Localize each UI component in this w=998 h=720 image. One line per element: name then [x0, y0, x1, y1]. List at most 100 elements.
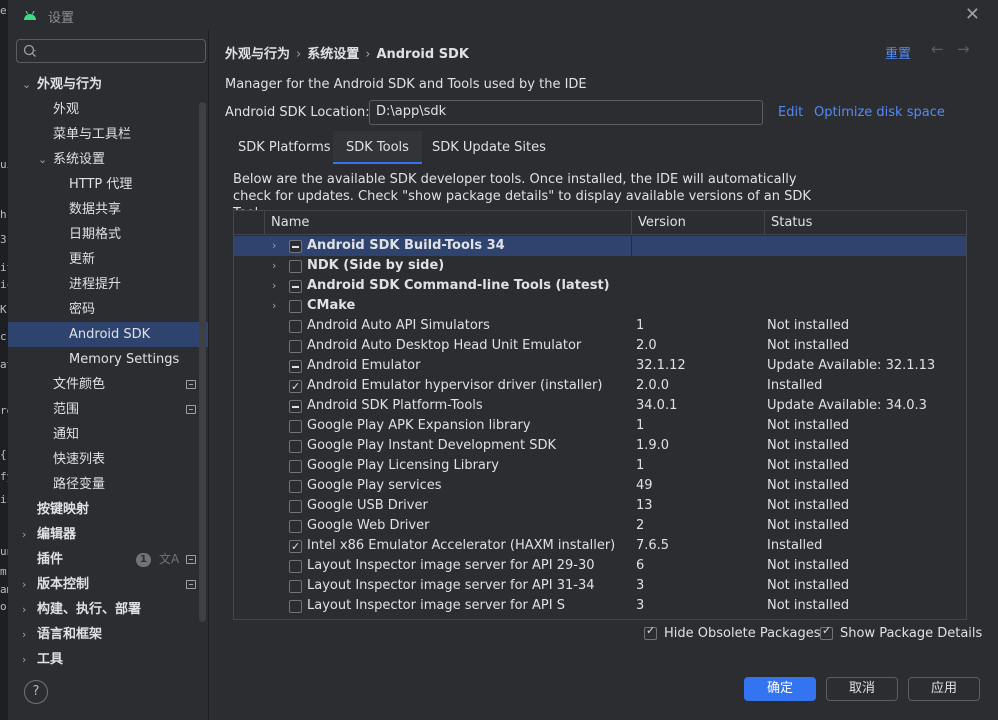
expand-chevron-icon[interactable]: › [272, 276, 276, 296]
row-checkbox[interactable] [289, 300, 302, 313]
row-checkbox[interactable] [289, 500, 302, 513]
sidebar-item[interactable]: 插件 1 文A [8, 547, 208, 572]
sidebar-item[interactable]: › 语言和框架 [8, 622, 208, 647]
row-checkbox[interactable] [289, 377, 302, 397]
edit-link[interactable]: Edit [778, 105, 803, 120]
row-checkbox[interactable] [289, 600, 302, 613]
table-row[interactable]: › NDK (Side by side) [234, 256, 966, 276]
sidebar-item[interactable]: › 构建、执行、部署 [8, 597, 208, 622]
chevron-down-icon[interactable]: ⌄ [38, 147, 47, 172]
close-icon[interactable]: ✕ [965, 4, 980, 25]
hide-obsolete-checkbox[interactable]: Hide Obsolete Packages [644, 624, 820, 641]
back-arrow-icon[interactable]: ← [931, 40, 944, 58]
row-checkbox[interactable] [289, 260, 302, 273]
row-checkbox[interactable] [289, 440, 302, 453]
sidebar-item[interactable]: 数据共享 [8, 197, 208, 222]
row-checkbox[interactable] [289, 280, 302, 293]
sidebar-item[interactable]: ⌄ 系统设置 [8, 147, 208, 172]
sidebar-item[interactable]: › 版本控制 [8, 572, 208, 597]
sidebar-item[interactable]: ⌄ 外观与行为 [8, 72, 208, 97]
search-input[interactable] [16, 39, 206, 63]
table-row[interactable]: › Android SDK Build-Tools 34 [234, 236, 966, 256]
row-checkbox[interactable] [289, 520, 302, 533]
table-row[interactable]: Google Play Licensing Library 1 Not instal… [234, 456, 966, 476]
optimize-disk-space-link[interactable]: Optimize disk space [814, 105, 945, 120]
table-row[interactable]: Google Web Driver 2 Not installed [234, 516, 966, 536]
sidebar-item[interactable]: 快速列表 [8, 447, 208, 472]
table-row[interactable]: Google Play APK Expansion library 1 Not in… [234, 416, 966, 436]
package-status: Installed [767, 378, 823, 393]
sidebar-item[interactable]: HTTP 代理 [8, 172, 208, 197]
apply-button[interactable]: 应用 [908, 677, 980, 701]
expand-chevron-icon[interactable]: › [272, 296, 276, 316]
column-name[interactable]: Name [271, 211, 309, 235]
sidebar-item[interactable]: Android SDK [8, 322, 208, 347]
table-row[interactable]: Layout Inspector image server for API 31… [234, 576, 966, 596]
table-row[interactable]: Google Play Instant Development SDK 1.9.0… [234, 436, 966, 456]
sidebar-item[interactable]: 文件颜色 [8, 372, 208, 397]
row-checkbox[interactable] [289, 580, 302, 593]
row-checkbox[interactable] [289, 460, 302, 473]
sidebar-item[interactable]: 进程提升 [8, 272, 208, 297]
table-row[interactable]: Google USB Driver 13 Not installed [234, 496, 966, 516]
help-icon[interactable]: ? [24, 680, 48, 704]
sidebar-scrollbar[interactable] [199, 102, 206, 622]
sidebar-item[interactable]: 密码 [8, 297, 208, 322]
checkbox-checked[interactable] [644, 624, 657, 640]
table-row[interactable]: Android Emulator 32.1.12 Update Available:… [234, 356, 966, 376]
sidebar-item[interactable]: 外观 [8, 97, 208, 122]
sidebar-item[interactable]: 更新 [8, 247, 208, 272]
table-row[interactable]: Google Play services 49 Not installed [234, 476, 966, 496]
chevron-right-icon[interactable]: › [22, 597, 26, 622]
sidebar-item[interactable]: 日期格式 [8, 222, 208, 247]
sidebar-item[interactable]: 按键映射 [8, 497, 208, 522]
sidebar-item[interactable]: 通知 [8, 422, 208, 447]
table-row[interactable]: Android Emulator hypervisor driver (inst… [234, 376, 966, 397]
expand-chevron-icon[interactable]: › [272, 236, 276, 256]
table-row[interactable]: Android Auto Desktop Head Unit Emulator 2… [234, 336, 966, 356]
chevron-right-icon[interactable]: › [22, 572, 26, 597]
sidebar-item[interactable]: 路径变量 [8, 472, 208, 497]
sidebar-item[interactable]: 菜单与工具栏 [8, 122, 208, 147]
table-row[interactable]: Intel x86 Emulator Accelerator (HAXM ins… [234, 536, 966, 557]
table-row[interactable]: › CMake [234, 296, 966, 316]
chevron-down-icon[interactable]: ⌄ [22, 72, 31, 97]
sidebar-item[interactable]: › 工具 [8, 647, 208, 672]
column-version[interactable]: Version [638, 211, 686, 235]
tab-sdk-tools[interactable]: SDK Tools [333, 131, 422, 164]
chevron-right-icon[interactable]: › [22, 522, 26, 547]
row-checkbox[interactable] [289, 340, 302, 353]
tab-sdk-update-sites[interactable]: SDK Update Sites [419, 131, 559, 164]
package-name: Google Play Licensing Library [307, 458, 499, 473]
row-checkbox[interactable] [289, 360, 302, 373]
row-checkbox[interactable] [289, 560, 302, 573]
chevron-right-icon[interactable]: › [22, 622, 26, 647]
cancel-button[interactable]: 取消 [826, 677, 898, 701]
table-row[interactable]: Android Auto API Simulators 1 Not installe… [234, 316, 966, 336]
row-checkbox[interactable] [289, 320, 302, 333]
table-row[interactable]: Android SDK Platform-Tools 34.0.1 Update A… [234, 396, 966, 416]
row-checkbox[interactable] [289, 537, 302, 557]
tab-sdk-platforms[interactable]: SDK Platforms [225, 131, 344, 164]
checkbox-checked[interactable] [820, 624, 833, 640]
row-checkbox[interactable] [289, 480, 302, 493]
ok-button[interactable]: 确定 [744, 677, 816, 701]
show-package-details-checkbox[interactable]: Show Package Details [820, 624, 982, 641]
row-checkbox[interactable] [289, 420, 302, 433]
row-checkbox[interactable] [289, 400, 302, 413]
expand-chevron-icon[interactable]: › [272, 256, 276, 276]
table-row[interactable]: › Android SDK Command-line Tools (latest) [234, 276, 966, 296]
forward-arrow-icon[interactable]: → [957, 40, 970, 58]
column-status[interactable]: Status [771, 211, 812, 235]
reset-link[interactable]: 重置 [885, 43, 911, 62]
package-version: 3 [636, 598, 645, 613]
sidebar-item[interactable]: 范围 [8, 397, 208, 422]
table-row[interactable]: Layout Inspector image server for API S 3… [234, 596, 966, 616]
sdk-location-field[interactable]: D:\app\sdk [369, 100, 763, 125]
row-checkbox[interactable] [289, 240, 302, 253]
sidebar-item[interactable]: Memory Settings [8, 347, 208, 372]
background-code-fragment: h [0, 208, 7, 221]
sidebar-item[interactable]: › 编辑器 [8, 522, 208, 547]
table-row[interactable]: Layout Inspector image server for API 29… [234, 556, 966, 576]
chevron-right-icon[interactable]: › [22, 647, 26, 672]
